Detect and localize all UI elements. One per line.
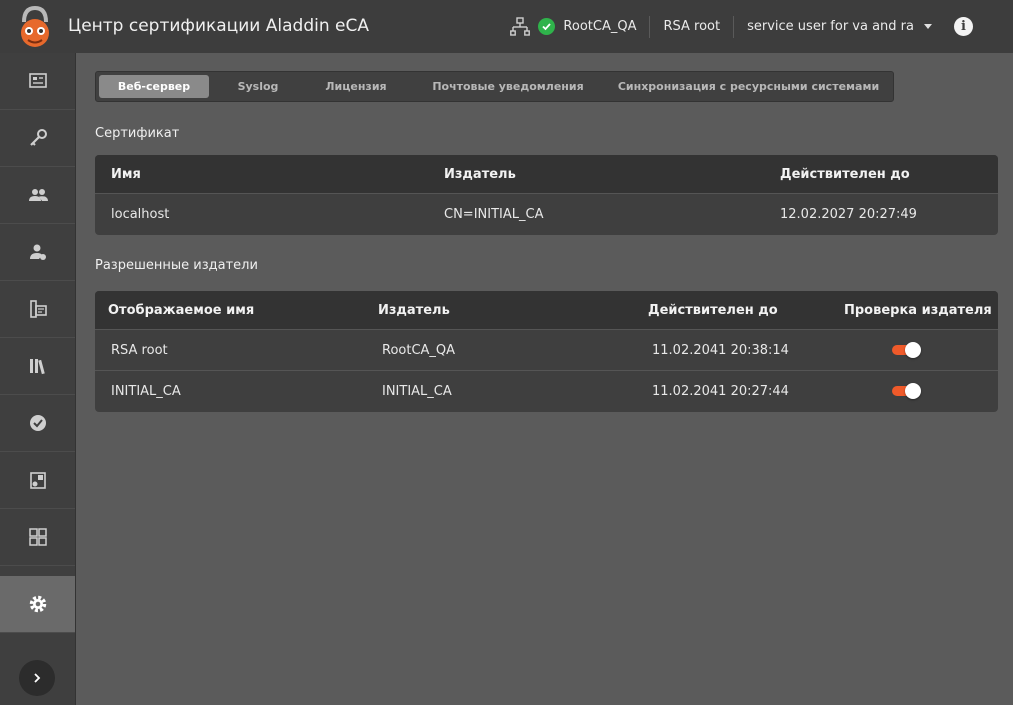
cert-issuer: CN=INITIAL_CA [444, 207, 544, 222]
column-header-issuer[interactable]: Издатель [444, 155, 516, 194]
table-header: Отображаемое имя Издатель Действителен д… [95, 291, 998, 330]
ca-name[interactable]: RootCA_QA [563, 19, 636, 34]
issuers-section-title: Разрешенные издатели [95, 258, 258, 273]
column-header-issuer[interactable]: Издатель [378, 291, 450, 330]
issuer-display-name: RSA root [111, 343, 168, 358]
users-icon [28, 189, 48, 201]
cert-valid-to: 12.02.2027 20:27:49 [780, 207, 917, 222]
issuer-name: INITIAL_CA [382, 384, 452, 399]
table-row[interactable]: RSA root RootCA_QA 11.02.2041 20:38:14 [95, 330, 998, 371]
sidebar-item-library[interactable] [0, 338, 75, 395]
user-admin-icon [29, 244, 46, 260]
chevron-down-icon[interactable] [924, 24, 932, 29]
sidebar-item-keys[interactable] [0, 110, 75, 167]
issuers-table: Отображаемое имя Издатель Действителен д… [95, 291, 998, 412]
sidebar-item-users[interactable] [0, 167, 75, 224]
issuer-valid-to: 11.02.2041 20:38:14 [652, 343, 789, 358]
header-right-panel: RootCA_QA RSA root service user for va a… [510, 0, 1013, 53]
templates-icon [29, 472, 46, 489]
calculator-icon [28, 528, 47, 546]
toggle-knob [905, 383, 921, 399]
sidebar-item-settings[interactable] [0, 576, 75, 633]
certificate-profile-icon [29, 300, 47, 318]
certificate-table: Имя Издатель Действителен до localhost C… [95, 155, 998, 235]
column-header-display-name[interactable]: Отображаемое имя [108, 291, 254, 330]
issuer-valid-to: 11.02.2041 20:27:44 [652, 384, 789, 399]
table-header: Имя Издатель Действителен до [95, 155, 998, 194]
tab-resource-sync[interactable]: Синхронизация с ресурсными системами [616, 75, 881, 98]
sidebar-item-user-admin[interactable] [0, 224, 75, 281]
issuer-check-toggle[interactable] [892, 342, 922, 358]
sidebar-item-templates[interactable] [0, 452, 75, 509]
tab-web-server[interactable]: Веб-сервер [99, 75, 209, 98]
aladdin-logo-icon[interactable] [14, 4, 56, 50]
sidebar-item-approved[interactable] [0, 395, 75, 452]
header-divider [733, 15, 735, 38]
expand-sidebar-button[interactable] [19, 660, 55, 696]
app-title: Центр сертификации Aladdin eCA [68, 16, 369, 36]
sidebar-item-dashboard[interactable] [0, 53, 75, 110]
ca-profile[interactable]: RSA root [663, 19, 720, 34]
user-menu[interactable]: service user for va and ra [747, 19, 914, 34]
column-header-name[interactable]: Имя [111, 155, 141, 194]
toggle-knob [905, 342, 921, 358]
cert-name: localhost [111, 207, 170, 222]
table-row[interactable]: INITIAL_CA INITIAL_CA 11.02.2041 20:27:4… [95, 371, 998, 412]
issuer-check-toggle[interactable] [892, 383, 922, 399]
certificate-section-title: Сертификат [95, 126, 180, 141]
sidebar [0, 53, 76, 705]
settings-icon [29, 595, 46, 613]
approved-icon [29, 415, 46, 431]
chevron-right-icon [34, 673, 41, 683]
column-header-valid-to[interactable]: Действителен до [648, 291, 778, 330]
tab-mail-notifications[interactable]: Почтовые уведомления [418, 75, 598, 98]
issuer-name: RootCA_QA [382, 343, 456, 358]
column-header-issuer-check[interactable]: Проверка издателя [844, 291, 992, 330]
sidebar-item-certificate-profiles[interactable] [0, 281, 75, 338]
header-divider [649, 15, 651, 38]
app-header: Центр сертификации Aladdin eCA RootCA_QA… [0, 0, 1013, 53]
library-icon [29, 359, 45, 375]
tab-syslog[interactable]: Syslog [214, 75, 302, 98]
column-header-valid-to[interactable]: Действителен до [780, 155, 910, 194]
table-row[interactable]: localhost CN=INITIAL_CA 12.02.2027 20:27… [95, 194, 998, 235]
info-icon[interactable]: i [954, 17, 973, 36]
key-icon [29, 129, 47, 146]
issuer-display-name: INITIAL_CA [111, 384, 181, 399]
sidebar-item-calculator[interactable] [0, 509, 75, 566]
tab-license[interactable]: Лицензия [310, 75, 402, 98]
dashboard-icon [28, 73, 47, 88]
ca-status-ok-icon [538, 18, 556, 35]
settings-tabs: Веб-сервер Syslog Лицензия Почтовые увед… [95, 71, 894, 102]
network-icon [510, 16, 531, 36]
